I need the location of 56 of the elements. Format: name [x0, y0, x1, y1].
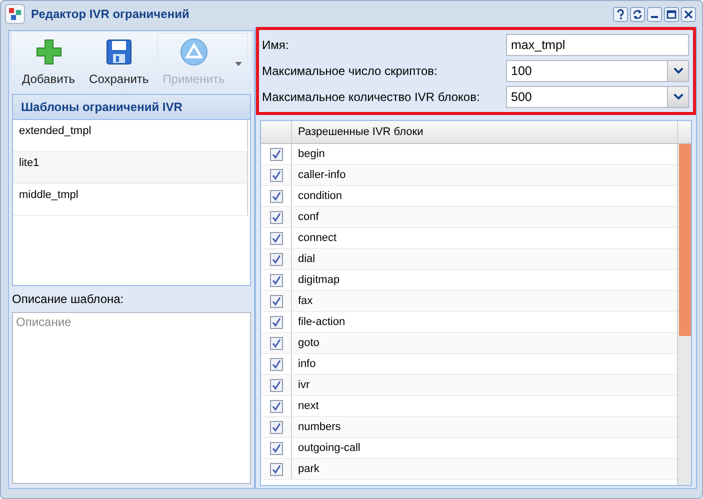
checkbox[interactable] — [270, 420, 282, 434]
checkbox[interactable] — [270, 168, 282, 182]
checkbox[interactable] — [270, 316, 282, 328]
input-field[interactable]: max_tmpl — [506, 34, 689, 56]
refresh-icon[interactable] — [630, 6, 645, 22]
checkbox[interactable] — [270, 442, 282, 454]
field-label: Имя: — [262, 38, 290, 52]
select-field[interactable]: 100 — [506, 60, 689, 82]
checkbox[interactable] — [270, 400, 282, 412]
table-cell-text: begin — [297, 147, 326, 162]
table-cell-text: outgoing-call — [297, 441, 362, 456]
template-item[interactable]: middle_tmpl — [13, 184, 248, 216]
scrollbar-thumb[interactable] — [679, 144, 691, 336]
select-field[interactable]: 500 — [506, 86, 689, 108]
description-field[interactable]: Описание — [12, 312, 251, 484]
checkbox[interactable] — [270, 294, 282, 308]
table-cell-text: caller-info — [297, 168, 347, 183]
checkbox[interactable] — [270, 378, 282, 392]
chevron-down-icon[interactable] — [674, 68, 682, 74]
table-cell-text: digitmap — [297, 273, 341, 288]
window-title: Редактор IVR ограничений — [31, 7, 190, 21]
checkbox[interactable] — [270, 232, 282, 244]
maximize-icon[interactable] — [664, 6, 679, 22]
plus-icon — [34, 38, 63, 66]
table-cell-text: conf — [297, 210, 320, 225]
field-label: Максимальное количество IVR блоков: — [262, 90, 481, 104]
checkbox[interactable] — [270, 210, 282, 224]
table-cell-text: condition — [297, 189, 344, 204]
checkbox[interactable] — [270, 274, 282, 286]
table-cell-text: ivr — [297, 378, 311, 393]
help-icon[interactable] — [613, 6, 628, 22]
template-item[interactable]: lite1 — [13, 152, 248, 184]
checkbox[interactable] — [270, 252, 282, 266]
table-cell-text: file-action — [297, 315, 346, 330]
table-cell-text: goto — [297, 336, 320, 351]
table-cell-text: numbers — [297, 420, 342, 435]
chevron-down-icon[interactable] — [674, 94, 682, 100]
description-label: Описание шаблона: — [12, 292, 125, 308]
table-cell-text: connect — [297, 231, 338, 246]
app-icon — [5, 4, 25, 24]
list-header: Шаблоны ограничений IVR — [13, 95, 250, 120]
checkbox[interactable] — [270, 190, 282, 202]
checkbox[interactable] — [270, 336, 282, 350]
table-cell-text: park — [297, 462, 320, 477]
table-cell-text: fax — [297, 294, 314, 309]
field-label: Максимальное число скриптов: — [262, 64, 438, 78]
table-cell-text: dial — [297, 252, 316, 267]
checkbox[interactable] — [270, 148, 282, 160]
toolbar-button[interactable]: Сохранить — [83, 33, 155, 93]
checkbox[interactable] — [270, 358, 282, 370]
minimize-icon[interactable] — [647, 6, 662, 22]
toolbar-button[interactable]: Добавить — [16, 33, 82, 93]
close-icon[interactable] — [681, 6, 696, 22]
checkbox[interactable] — [270, 462, 282, 476]
table-cell-text: next — [297, 399, 320, 414]
table-cell-text: info — [297, 357, 317, 372]
